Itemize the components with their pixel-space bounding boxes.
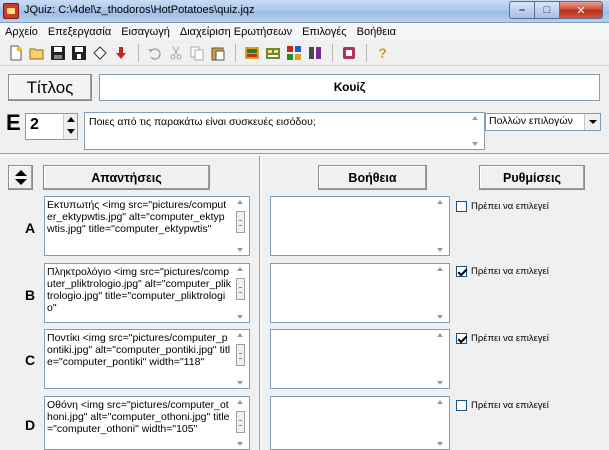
feedback-field[interactable] [270, 263, 450, 323]
feedback-scrollbar[interactable] [433, 264, 449, 322]
question-text-field[interactable]: Ποιες από τις παρακάτω είναι συσκευές ει… [84, 112, 485, 150]
feedback-field[interactable] [270, 196, 450, 256]
save-icon[interactable] [48, 43, 67, 62]
answer-letter: D [25, 417, 36, 433]
vertical-splitter[interactable] [259, 156, 262, 450]
correct-label: Πρέπει να επιλεγεί [471, 266, 549, 277]
menu-edit[interactable]: Επεξεργασία [43, 26, 116, 38]
menu-insert[interactable]: Εισαγωγή [116, 26, 175, 38]
correct-option[interactable]: Πρέπει να επιλεγεί [456, 333, 549, 344]
correct-checkbox[interactable] [456, 201, 467, 212]
menu-manage-questions[interactable]: Διαχείριση Ερωτήσεων [175, 26, 297, 38]
answer-text-value: Πληκτρολόγιο <img src="pictures/computer… [47, 266, 232, 314]
correct-option[interactable]: Πρέπει να επιλεγεί [456, 266, 549, 277]
answer-text-field[interactable]: Εκτυπωτής <img src="pictures/computer_ek… [44, 196, 250, 256]
arrow-down-icon [15, 179, 27, 185]
answer-text-field[interactable]: Ποντίκι <img src="pictures/computer_pont… [44, 329, 250, 389]
correct-checkbox[interactable] [456, 266, 467, 277]
chevron-down-icon[interactable] [584, 114, 600, 130]
answer-scrollbar[interactable] [233, 330, 249, 388]
menu-bar: Αρχείο Επεξεργασία Εισαγωγή Διαχείριση Ε… [0, 23, 609, 40]
toolbar-separator [366, 43, 367, 62]
hot-potatoes-icon[interactable] [284, 43, 303, 62]
open-icon[interactable] [27, 43, 46, 62]
feedback-scrollbar[interactable] [433, 330, 449, 388]
config-icon[interactable] [263, 43, 282, 62]
minimize-button[interactable]: – [509, 1, 535, 19]
toolbar-separator [138, 43, 139, 62]
question-letter: E [6, 110, 21, 135]
upload-icon[interactable] [111, 43, 130, 62]
new-icon[interactable] [6, 43, 25, 62]
spin-down-icon[interactable] [67, 129, 75, 134]
correct-label: Πρέπει να επιλεγεί [471, 201, 549, 212]
feedback-field[interactable] [270, 329, 450, 389]
answer-scrollbar[interactable] [233, 197, 249, 255]
arrow-up-icon [15, 170, 27, 176]
help-question-label: ? [378, 44, 387, 61]
correct-label: Πρέπει να επιλεγεί [471, 333, 549, 344]
quiz-title-field[interactable]: Κουίζ [99, 74, 600, 101]
masher-icon[interactable] [305, 43, 324, 62]
answer-text-value: Ποντίκι <img src="pictures/computer_pont… [47, 332, 231, 368]
answers-header-button[interactable]: Απαντήσεις [43, 165, 210, 190]
toolbar-separator [332, 43, 333, 62]
correct-checkbox[interactable] [456, 333, 467, 344]
close-button[interactable]: ✕ [560, 1, 603, 19]
correct-option[interactable]: Πρέπει να επιλεγεί [456, 201, 549, 212]
feedback-scrollbar[interactable] [433, 197, 449, 255]
menu-file[interactable]: Αρχείο [0, 26, 43, 38]
copy-icon[interactable] [187, 43, 206, 62]
spin-up-icon[interactable] [67, 117, 75, 122]
feedback-scrollbar[interactable] [433, 397, 449, 449]
answer-letter: A [25, 220, 36, 236]
settings-header-button[interactable]: Ρυθμίσεις [479, 165, 585, 190]
window-controls: – □ ✕ [509, 1, 603, 19]
question-number-stepper[interactable]: 2 [25, 113, 78, 140]
help-book-icon[interactable] [339, 43, 358, 62]
answer-text-field[interactable]: Πληκτρολόγιο <img src="pictures/computer… [44, 263, 250, 323]
correct-option[interactable]: Πρέπει να επιλεγεί [456, 400, 549, 411]
question-number-value: 2 [30, 116, 39, 133]
maximize-button[interactable]: □ [535, 1, 560, 19]
reorder-answers-button[interactable] [8, 165, 33, 190]
question-text-value: Ποιες από τις παρακάτω είναι συσκευές ει… [89, 116, 316, 128]
window-title: JQuiz: C:\4del\z_thodoros\HotPotatoes\qu… [24, 4, 255, 16]
answer-letter: B [25, 287, 36, 303]
question-number-spinner[interactable] [63, 114, 77, 139]
toolbar: ? [0, 40, 609, 66]
question-type-select[interactable]: Πολλών επιλογών [485, 113, 601, 131]
help-question-icon[interactable]: ? [373, 43, 392, 62]
cut-icon[interactable] [166, 43, 185, 62]
toolbar-separator [235, 43, 236, 62]
correct-checkbox[interactable] [456, 400, 467, 411]
jquiz-app-icon[interactable] [3, 3, 19, 19]
answer-text-value: Εκτυπωτής <img src="pictures/computer_ek… [47, 199, 227, 235]
question-scrollbar[interactable] [468, 113, 484, 149]
web-page-icon[interactable] [90, 43, 109, 62]
feedback-header-button[interactable]: Βοήθεια [318, 165, 427, 190]
menu-help[interactable]: Βοήθεια [352, 26, 401, 38]
save-as-icon[interactable] [69, 43, 88, 62]
answer-text-field[interactable]: Οθόνη <img src="pictures/computer_othoni… [44, 396, 250, 450]
horizontal-divider[interactable] [0, 153, 609, 156]
feedback-field[interactable] [270, 396, 450, 450]
export-icon[interactable] [242, 43, 261, 62]
answer-letter: C [25, 352, 36, 368]
answer-scrollbar[interactable] [233, 264, 249, 322]
answer-text-value: Οθόνη <img src="pictures/computer_othoni… [47, 399, 230, 435]
title-label-button[interactable]: Τίτλος [8, 74, 92, 101]
paste-icon[interactable] [208, 43, 227, 62]
menu-options[interactable]: Επιλογές [297, 26, 352, 38]
question-type-value: Πολλών επιλογών [489, 115, 573, 127]
title-bar[interactable]: JQuiz: C:\4del\z_thodoros\HotPotatoes\qu… [0, 0, 609, 23]
correct-label: Πρέπει να επιλεγεί [471, 400, 549, 411]
answer-scrollbar[interactable] [233, 397, 249, 449]
undo-icon[interactable] [145, 43, 164, 62]
